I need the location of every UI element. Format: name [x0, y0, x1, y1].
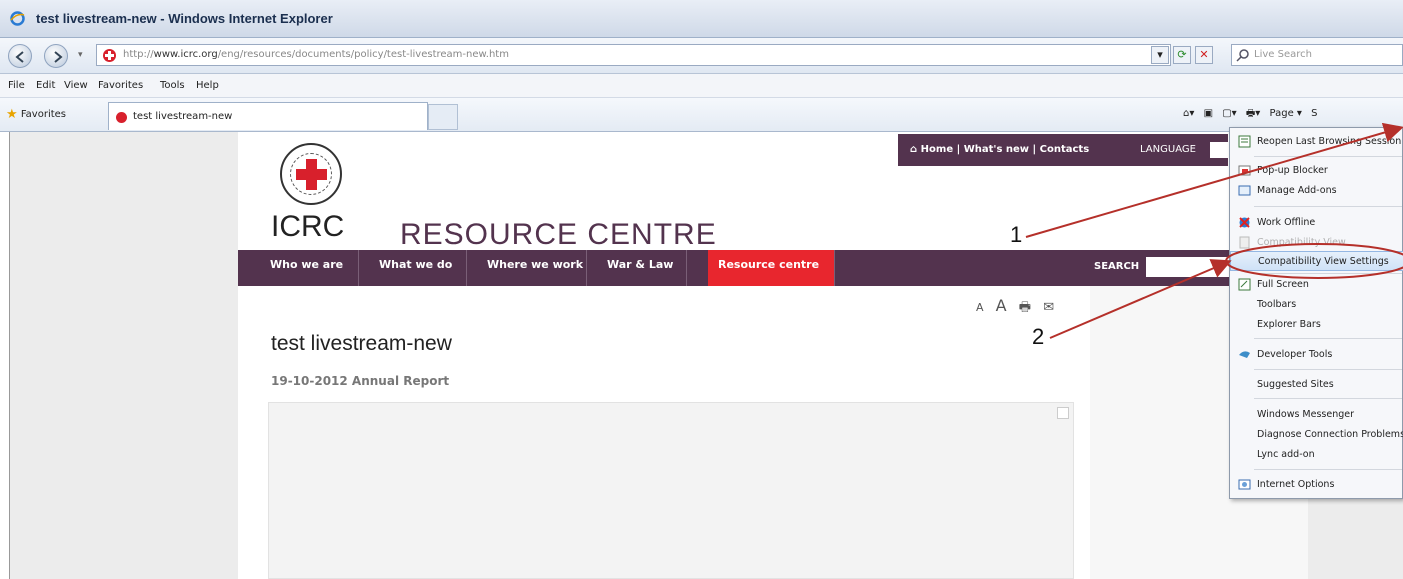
menu-item-compatibility-view-settings[interactable]: Compatibility View Settings — [1230, 251, 1403, 271]
tab-label: test livestream-new — [133, 111, 233, 122]
menu-item-explorer-bars[interactable]: Explorer Bars — [1230, 315, 1403, 335]
stop-icon[interactable]: ✕ — [1195, 46, 1213, 64]
icrc-emblem-logo[interactable] — [280, 143, 342, 205]
menu-view[interactable]: View — [64, 80, 88, 91]
menu-item-diagnose-connection[interactable]: Diagnose Connection Problems — [1230, 425, 1403, 445]
reopen-session-icon — [1238, 135, 1251, 148]
command-bar: ⌂▾ ▣ ▢▾ 🖶▾ Page ▾ S — [1183, 106, 1323, 123]
nav-where-we-work[interactable]: Where we work — [467, 250, 587, 286]
favorites-bar: ★ Favorites test livestream-new ⌂▾ ▣ ▢▾ … — [0, 98, 1403, 132]
address-input[interactable]: http://www.icrc.org/eng/resources/docume… — [96, 44, 1171, 66]
window-title-bar: test livestream-new - Windows Internet E… — [0, 0, 1403, 38]
email-page-icon[interactable]: ✉ — [1043, 300, 1054, 315]
feeds-icon[interactable]: ▣ — [1204, 108, 1213, 119]
read-mail-icon[interactable]: ▢▾ — [1222, 108, 1236, 119]
back-arrow-icon — [15, 51, 24, 63]
main-nav: Who we are What we do Where we work War … — [238, 250, 1308, 286]
address-dropdown-icon[interactable]: ▾ — [1151, 46, 1169, 64]
text-tools: A A 🖶 ✉ — [976, 296, 1062, 320]
search-icon — [1236, 49, 1249, 62]
site-search-label: SEARCH — [1094, 261, 1140, 272]
back-button[interactable] — [8, 44, 32, 68]
refresh-icon[interactable]: ⟳ — [1173, 46, 1191, 64]
live-search-input[interactable]: Live Search — [1231, 44, 1403, 66]
menu-item-manage-addons[interactable]: Manage Add-ons — [1230, 181, 1403, 201]
site-favicon-icon — [103, 49, 116, 62]
window-title: test livestream-new - Windows Internet E… — [36, 11, 333, 26]
menu-separator — [1254, 273, 1402, 274]
compatibility-view-icon — [1239, 236, 1250, 249]
red-cross-horizontal — [296, 169, 327, 180]
menu-bar: File Edit View Favorites Tools Help — [0, 74, 1403, 98]
menu-separator — [1254, 469, 1402, 470]
livestream-embed[interactable] — [268, 402, 1074, 579]
menu-item-internet-options[interactable]: Internet Options — [1230, 475, 1403, 495]
menu-item-suggested-sites[interactable]: Suggested Sites — [1230, 375, 1403, 395]
embed-scroll-up[interactable] — [1057, 407, 1069, 419]
page-menu-button[interactable]: Page ▾ — [1270, 108, 1302, 119]
menu-edit[interactable]: Edit — [36, 80, 55, 91]
menu-separator — [1254, 369, 1402, 370]
page-heading: test livestream-new — [271, 332, 452, 355]
menu-file[interactable]: File — [8, 80, 25, 91]
menu-item-work-offline[interactable]: Work Offline — [1230, 213, 1403, 233]
language-label: LANGUAGE — [1140, 144, 1196, 155]
print-icon[interactable]: 🖶▾ — [1246, 108, 1260, 119]
menu-favorites[interactable]: Favorites — [98, 80, 143, 91]
full-screen-icon — [1238, 278, 1251, 291]
nav-resource-centre[interactable]: Resource centre — [708, 250, 835, 286]
address-toolbar: ▾ http://www.icrc.org/eng/resources/docu… — [0, 38, 1403, 74]
font-small-icon[interactable]: A — [976, 301, 984, 314]
internet-explorer-icon — [10, 11, 25, 26]
new-tab-button[interactable] — [428, 104, 458, 130]
tab-test-livestream[interactable]: test livestream-new — [108, 102, 428, 130]
history-dropdown-icon[interactable]: ▾ — [78, 50, 83, 60]
nav-who-we-are[interactable]: Who we are — [238, 250, 359, 286]
icrc-wordmark: ICRC — [271, 210, 345, 243]
favorites-label: Favorites — [20, 109, 67, 120]
top-utility-nav: ⌂ Home | What's new | Contacts LANGUAGE — [898, 134, 1228, 166]
internet-options-icon — [1238, 479, 1251, 490]
menu-item-toolbars[interactable]: Toolbars — [1230, 295, 1403, 315]
menu-item-compatibility-view[interactable]: Compatibility View — [1230, 233, 1403, 253]
section-title: RESOURCE CENTRE — [400, 218, 717, 251]
menu-help[interactable]: Help — [196, 80, 219, 91]
menu-tools[interactable]: Tools — [160, 80, 185, 91]
date-line: 19-10-2012 Annual Report — [271, 374, 450, 388]
safety-menu-button[interactable]: S — [1311, 108, 1317, 119]
tools-menu: Reopen Last Browsing Session Pop-up Bloc… — [1229, 127, 1403, 499]
menu-item-developer-tools[interactable]: Developer Tools — [1230, 345, 1403, 365]
tab-favicon-icon — [116, 112, 127, 123]
forward-button[interactable] — [44, 44, 68, 68]
print-page-icon[interactable]: 🖶 — [1019, 300, 1031, 315]
annotation-marker-1: 1 — [1010, 222, 1023, 247]
nav-war-law[interactable]: War & Law — [587, 250, 687, 286]
forward-arrow-icon — [54, 51, 63, 63]
language-select[interactable] — [1210, 142, 1228, 158]
font-large-icon[interactable]: A — [996, 296, 1007, 315]
menu-separator — [1254, 156, 1402, 157]
site-search-input[interactable] — [1146, 257, 1236, 277]
favorites-button[interactable]: ★ Favorites — [6, 107, 66, 122]
top-links[interactable]: ⌂ Home | What's new | Contacts — [910, 144, 1089, 155]
nav-what-we-do[interactable]: What we do — [359, 250, 467, 286]
home-icon[interactable]: ⌂▾ — [1183, 108, 1194, 119]
developer-tools-icon — [1239, 351, 1250, 358]
url-text: http://www.icrc.org/eng/resources/docume… — [123, 49, 509, 60]
annotation-marker-2: 2 — [1032, 324, 1045, 349]
menu-item-windows-messenger[interactable]: Windows Messenger — [1230, 405, 1403, 425]
menu-item-full-screen[interactable]: Full Screen — [1230, 275, 1403, 295]
menu-item-reopen-session[interactable]: Reopen Last Browsing Session — [1230, 132, 1403, 152]
menu-item-popup-blocker[interactable]: Pop-up Blocker — [1230, 161, 1403, 181]
menu-item-lync-addon[interactable]: Lync add-on — [1230, 445, 1403, 465]
search-placeholder: Live Search — [1254, 49, 1312, 60]
home-small-icon: ⌂ — [910, 144, 918, 155]
popup-blocker-icon — [1238, 165, 1251, 176]
menu-separator — [1254, 206, 1402, 207]
menu-separator — [1254, 338, 1402, 339]
menu-separator — [1254, 398, 1402, 399]
manage-addons-icon — [1238, 185, 1251, 196]
favorites-star-icon: ★ — [6, 107, 18, 122]
work-offline-icon — [1239, 217, 1250, 228]
